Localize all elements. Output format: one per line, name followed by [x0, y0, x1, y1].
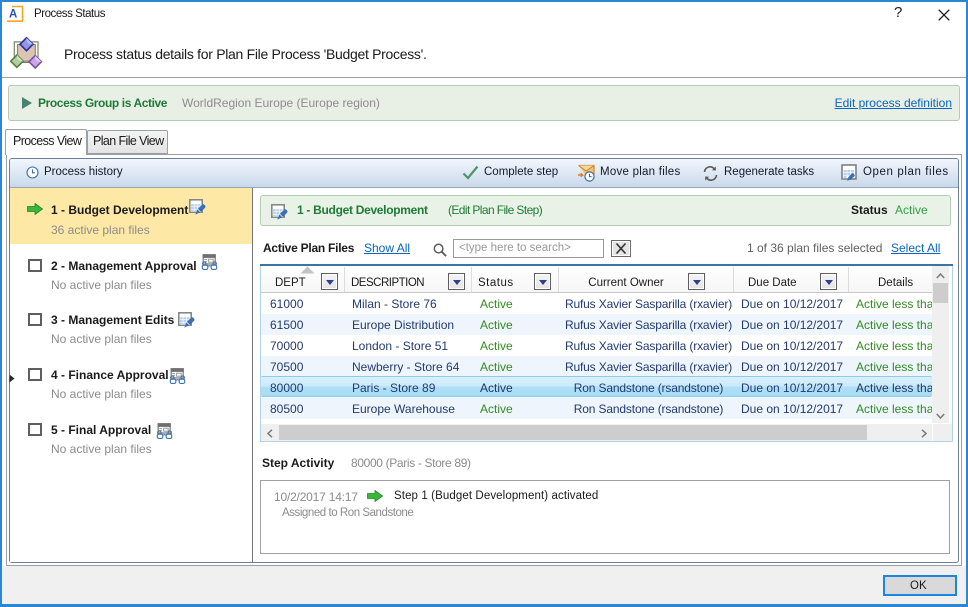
svg-text:A: A	[9, 9, 17, 21]
